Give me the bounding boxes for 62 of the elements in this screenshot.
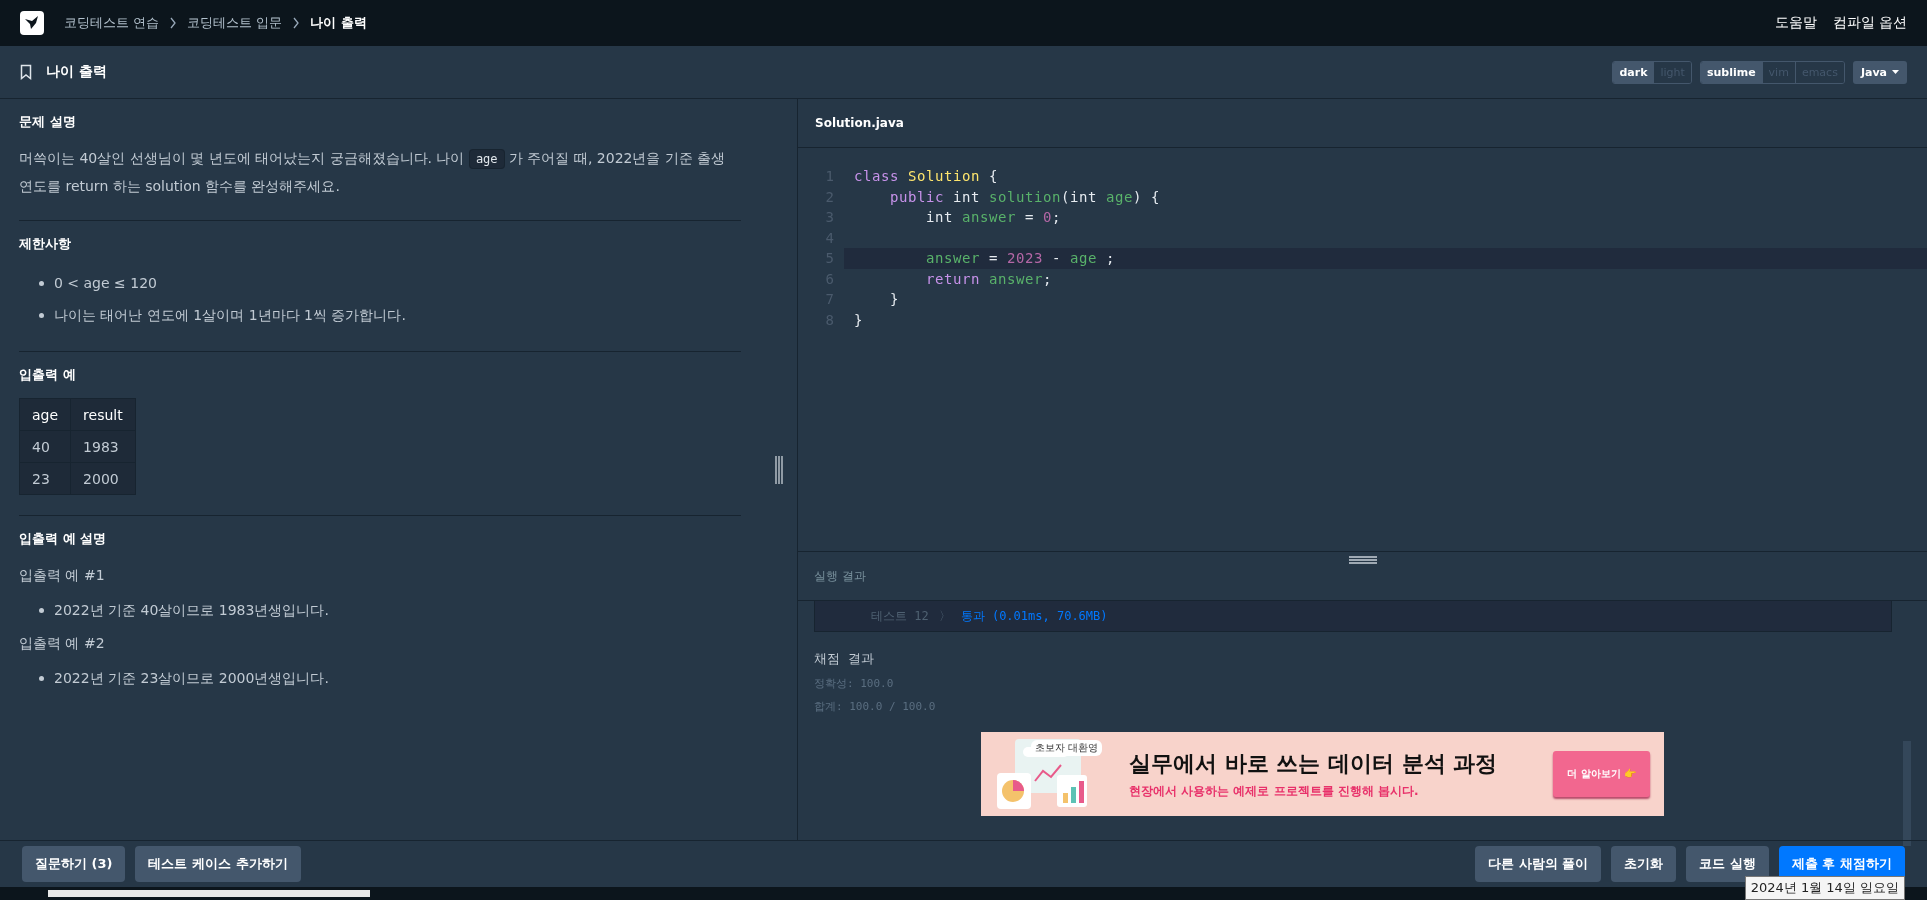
logo-icon[interactable] xyxy=(20,11,44,35)
language-dropdown[interactable]: Java xyxy=(1852,60,1907,84)
results-heading: 실행 결과 xyxy=(814,567,866,585)
bullet-icon xyxy=(39,280,44,286)
header-link[interactable]: 도움말 xyxy=(1774,14,1817,32)
chevron-icon xyxy=(169,17,178,29)
bullet-icon xyxy=(39,607,44,613)
total-text: 합계: 100.0 / 100.0 xyxy=(814,699,937,714)
date-tooltip: 2024년 1월 14일 일요일 xyxy=(1744,876,1905,900)
code-line: int answer = 0; xyxy=(925,208,1062,228)
ad-banner[interactable]: 초보자 대환영 실무에서 바로 쓰는 데이터 분석 과정 현장에서 사용하는 예제로 프로젝트를 진행해 봅시다. 더 알아보기 👉 xyxy=(981,732,1664,816)
section-heading: 제한사항 xyxy=(19,235,72,253)
table-cell: 2000 xyxy=(70,462,136,495)
list-item: 나이는 태어난 연도에 1살이며 1년마다 1씩 증가합니다. xyxy=(54,306,406,325)
ad-search-label: 초보자 대환영 xyxy=(1031,740,1103,756)
section-heading: 입출력 예 설명 xyxy=(19,530,108,548)
accuracy-text: 정확성: 100.0 xyxy=(814,676,895,691)
header-link[interactable]: 컴파일 옵션 xyxy=(1832,14,1907,32)
table-header: result xyxy=(70,398,136,431)
scrollbar[interactable] xyxy=(1903,741,1911,846)
table-cell: 40 xyxy=(19,430,71,463)
table-cell: 23 xyxy=(19,462,71,495)
footer-button[interactable]: 초기화 xyxy=(1611,846,1677,882)
problem-title: 나이 출력 xyxy=(46,63,107,81)
arrow-text: 〉 xyxy=(938,607,951,625)
code-line: } xyxy=(889,290,900,310)
description-text: 머쓱이는 40살인 선생님이 몇 년도에 태어났는지 궁금해졌습니다. 나이 age 가 주어질 때, 2022년을 기준 출생 연도를 return 하는 solution 함수를 완성해주세요. xyxy=(19,148,727,196)
test-result: 통과 (0.01ms, 70.6MB) xyxy=(960,607,1108,625)
list-item: 2022년 기준 40살이므로 1983년생입니다. xyxy=(54,601,329,620)
file-tab[interactable]: Solution.java xyxy=(815,116,904,130)
example-label: 입출력 예 #1 xyxy=(19,566,106,585)
score-heading: 채점 결과 xyxy=(814,650,875,668)
bullet-icon xyxy=(39,312,44,318)
list-item: 0 < age ≤ 120 xyxy=(54,274,157,293)
table-cell: 1983 xyxy=(70,430,136,463)
scrollbar[interactable] xyxy=(48,890,370,897)
footer-button[interactable]: 질문하기 (3) xyxy=(22,846,126,882)
keymap-toggle[interactable]: sublime xyxy=(1700,61,1762,83)
caret-icon xyxy=(1892,70,1899,74)
breadcrumb-link[interactable]: 코딩테스트 입문 xyxy=(187,14,283,32)
code-line: class Solution { xyxy=(853,167,999,187)
resize-handle-icon[interactable] xyxy=(1348,556,1377,564)
bookmark-icon[interactable] xyxy=(20,64,32,80)
ad-subtitle: 현장에서 사용하는 예제로 프로젝트를 진행해 봅시다. xyxy=(1129,782,1420,800)
bullet-icon xyxy=(39,675,44,681)
example-label: 입출력 예 #2 xyxy=(19,634,106,653)
table-header: age xyxy=(19,398,71,431)
code-line: public int solution(int age) { xyxy=(889,187,1161,207)
code-line: return answer; xyxy=(925,269,1053,289)
section-heading: 문제 설명 xyxy=(19,113,77,131)
footer-button[interactable]: 다른 사람의 풀이 xyxy=(1475,846,1602,882)
ad-title: 실무에서 바로 쓰는 데이터 분석 과정 xyxy=(1129,749,1499,778)
breadcrumb-link[interactable]: 코딩테스트 연습 xyxy=(64,14,160,32)
footer-button[interactable]: 코드 실행 xyxy=(1686,846,1769,882)
resize-handle-icon[interactable] xyxy=(775,455,783,484)
footer-button[interactable]: 테스트 케이스 추가하기 xyxy=(135,846,301,882)
breadcrumb-link[interactable]: 나이 출력 xyxy=(310,14,367,32)
list-item: 2022년 기준 23살이므로 2000년생입니다. xyxy=(54,669,329,688)
section-heading: 입출력 예 xyxy=(19,366,77,384)
code-line: } xyxy=(853,310,864,330)
chevron-icon xyxy=(292,17,301,29)
theme-toggle[interactable]: dark xyxy=(1613,61,1654,83)
